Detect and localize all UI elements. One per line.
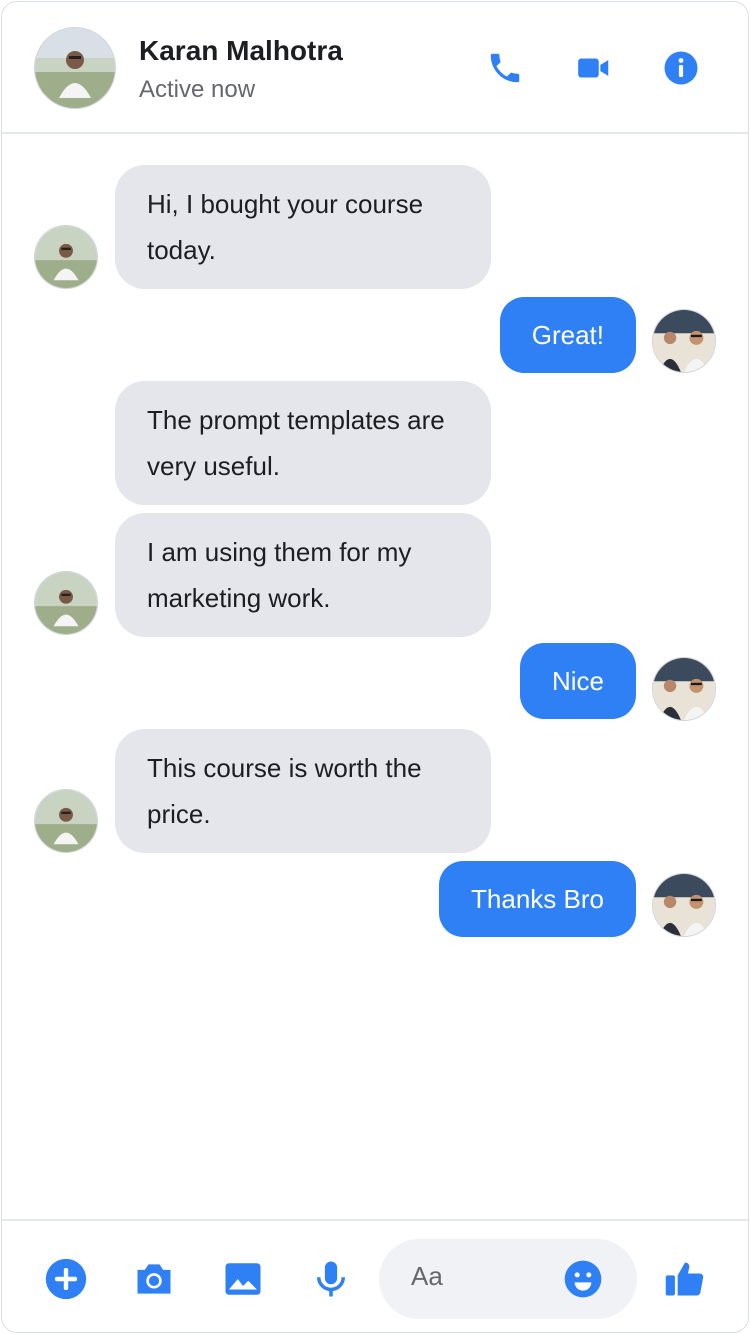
message-bubble-incoming[interactable]: I am using them for my marketing work. xyxy=(115,513,491,637)
chat-header: Karan Malhotra Active now xyxy=(2,2,748,134)
call-button[interactable] xyxy=(483,46,527,90)
emoji-button[interactable] xyxy=(563,1259,603,1299)
user-message-avatar xyxy=(652,873,716,937)
contact-name: Karan Malhotra xyxy=(139,35,343,66)
more-actions-button[interactable] xyxy=(44,1257,88,1301)
message-bubble-incoming[interactable]: The prompt templates are very useful. xyxy=(115,381,491,505)
like-button[interactable] xyxy=(663,1257,707,1301)
contact-avatar[interactable] xyxy=(34,27,116,109)
message-bubble-outgoing[interactable]: Thanks Bro xyxy=(439,861,636,937)
image-icon xyxy=(225,1263,261,1295)
contact-status: Active now xyxy=(139,76,256,103)
camera-icon xyxy=(137,1264,171,1294)
message-bubble-outgoing[interactable]: Great! xyxy=(499,297,636,373)
camera-button[interactable] xyxy=(132,1257,176,1301)
smiley-icon xyxy=(564,1260,602,1298)
plus-circle-icon xyxy=(45,1258,87,1300)
info-icon xyxy=(664,51,698,85)
info-button[interactable] xyxy=(659,46,703,90)
message-input-placeholder: Aa xyxy=(411,1261,443,1291)
message-bubble-outgoing[interactable]: Nice xyxy=(519,643,636,719)
thumbs-up-icon xyxy=(665,1262,704,1296)
contact-message-avatar xyxy=(34,789,98,853)
gallery-button[interactable] xyxy=(221,1257,265,1301)
contact-message-avatar xyxy=(34,225,98,289)
message-composer: Aa xyxy=(2,1219,748,1332)
user-message-avatar xyxy=(652,309,716,373)
video-camera-icon xyxy=(578,58,609,78)
video-call-button[interactable] xyxy=(572,46,616,90)
voice-message-button[interactable] xyxy=(309,1257,353,1301)
phone-icon xyxy=(490,53,520,83)
message-bubble-incoming[interactable]: This course is worth the price. xyxy=(115,729,491,853)
chat-window: Karan Malhotra Active now Hi, I bought y… xyxy=(1,1,749,1333)
message-bubble-incoming[interactable]: Hi, I bought your course today. xyxy=(115,165,491,289)
microphone-icon xyxy=(317,1261,345,1297)
contact-message-avatar xyxy=(34,571,98,635)
user-message-avatar xyxy=(652,657,716,721)
message-input[interactable]: Aa xyxy=(379,1239,637,1319)
